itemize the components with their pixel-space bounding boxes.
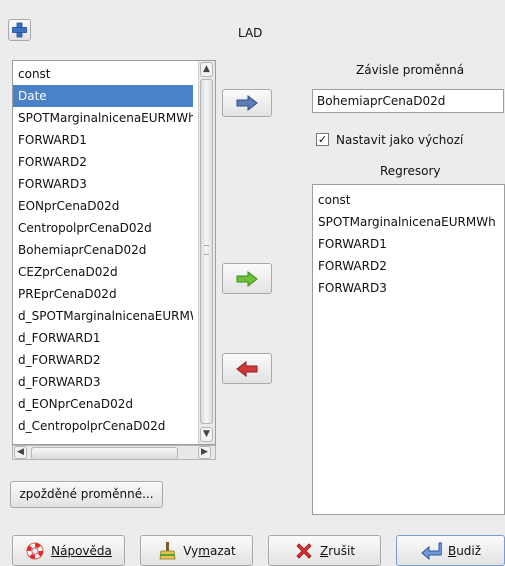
scroll-up-arrow-icon[interactable]: ▲	[200, 62, 213, 77]
list-item[interactable]: EONprCenaD02d	[13, 195, 193, 217]
regressors-label: Regresory	[380, 164, 441, 178]
list-item[interactable]: const	[318, 189, 351, 211]
broom-icon	[159, 541, 176, 559]
horizontal-scrollbar[interactable]: ◀ ▶	[12, 445, 216, 460]
help-button[interactable]: Nápověda	[12, 535, 125, 566]
add-regressor-button[interactable]	[222, 263, 272, 294]
dependent-label: Závisle proměnná	[356, 63, 465, 77]
list-item[interactable]: BohemiaprCenaD02d	[13, 239, 193, 261]
list-item[interactable]: d_FORWARD2	[13, 349, 193, 371]
list-item-selected[interactable]: Date	[13, 85, 193, 107]
list-item[interactable]: const	[13, 63, 193, 85]
set-default-checkbox[interactable]: ✓	[316, 133, 329, 146]
vertical-scrollbar[interactable]: ▲ ▼	[198, 61, 215, 444]
list-item[interactable]: CEZprCenaD02d	[13, 261, 193, 283]
ok-button[interactable]: Budiž	[396, 535, 505, 566]
remove-regressor-button[interactable]	[222, 353, 272, 384]
window-title: LAD	[238, 26, 263, 40]
cancel-button[interactable]: Zrušit	[268, 535, 381, 566]
lifebuoy-icon	[26, 542, 44, 559]
list-item[interactable]: d_CentropolprCenaD02d	[13, 415, 193, 437]
list-item[interactable]: d_SPOTMarginalnicenaEURMWh	[13, 305, 193, 327]
list-item[interactable]: SPOTMarginalnicenaEURMWh	[13, 107, 193, 129]
list-item[interactable]: d_FORWARD3	[13, 371, 193, 393]
scroll-down-arrow-icon[interactable]: ▼	[200, 427, 213, 442]
scroll-left-arrow-icon[interactable]: ◀	[14, 446, 27, 459]
horizontal-scroll-thumb[interactable]	[31, 447, 178, 460]
cancel-label: Zrušit	[319, 543, 356, 558]
arrow-right-icon	[236, 270, 258, 287]
list-item[interactable]: d_EONprCenaD02d	[13, 393, 193, 415]
list-item[interactable]: CentropolprCenaD02d	[13, 217, 193, 239]
close-icon	[296, 542, 312, 559]
lagged-variables-button[interactable]: zpožděné proměnné...	[10, 481, 163, 508]
set-default-label: Nastavit jako výchozí	[336, 133, 464, 147]
plus-icon	[12, 22, 27, 38]
variables-list[interactable]: const Date SPOTMarginalnicenaEURMWh FORW…	[12, 60, 216, 445]
arrow-left-icon	[236, 360, 258, 377]
scroll-right-arrow-icon[interactable]: ▶	[198, 446, 211, 459]
list-item[interactable]: FORWARD3	[318, 277, 387, 299]
list-item[interactable]: FORWARD2	[13, 151, 193, 173]
set-dependent-button[interactable]	[222, 89, 272, 117]
list-item[interactable]: PREprCenaD02d	[13, 283, 193, 305]
list-item[interactable]: FORWARD2	[318, 255, 387, 277]
enter-arrow-icon	[421, 542, 442, 560]
list-item[interactable]: FORWARD3	[13, 173, 193, 195]
regressors-list[interactable]: const SPOTMarginalnicenaEURMWh FORWARD1 …	[312, 184, 505, 515]
clear-label: Vymazat	[183, 543, 236, 558]
list-item[interactable]: SPOTMarginalnicenaEURMWh	[318, 211, 496, 233]
add-button[interactable]	[8, 19, 31, 41]
list-item[interactable]: FORWARD1	[318, 233, 387, 255]
list-item[interactable]: d_FORWARD1	[13, 327, 193, 349]
scroll-thumb[interactable]	[200, 79, 213, 424]
arrow-right-icon	[236, 95, 258, 111]
help-label: Nápověda	[51, 543, 112, 558]
clear-button[interactable]: Vymazat	[140, 535, 253, 566]
ok-label: Budiž	[447, 543, 482, 558]
list-item[interactable]: FORWARD1	[13, 129, 193, 151]
dependent-variable-field[interactable]: BohemiaprCenaD02d	[312, 89, 504, 113]
